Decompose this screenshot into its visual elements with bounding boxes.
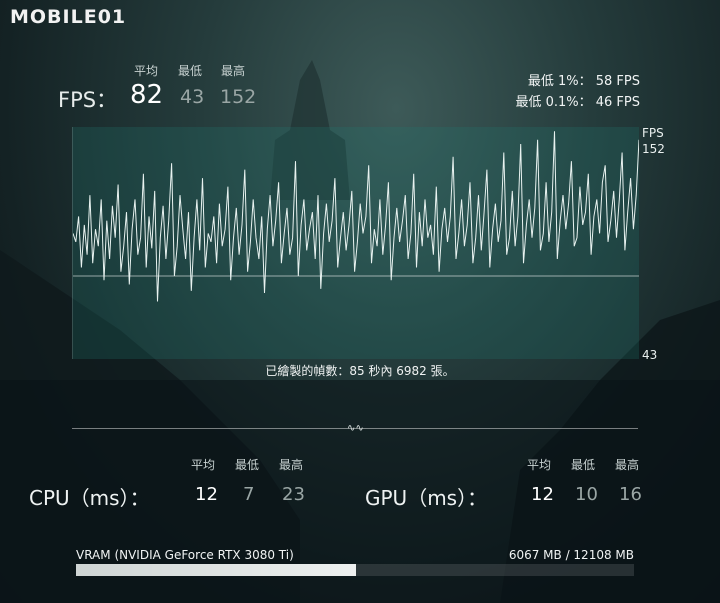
cpu-max-value: 23: [282, 484, 305, 505]
cpu-label: CPU（ms）：: [29, 486, 150, 510]
frames-rendered-note: 已繪製的幀數：85 秒內 6982 張。: [265, 364, 455, 378]
graph-axis-min: 43: [642, 348, 658, 362]
gpu-avg-value: 12: [531, 484, 554, 505]
brand-logo: MOBILE01: [10, 6, 127, 28]
cpu-max-header: 最高: [279, 458, 304, 472]
vram-usage-bar: [76, 564, 634, 576]
cpu-min-header: 最低: [235, 458, 260, 472]
graph-axis-unit: FPS: [642, 126, 664, 140]
fps-low-01-percent: 最低 0.1%： 46 FPS: [515, 95, 640, 110]
fps-low-1-percent: 最低 1%： 58 FPS: [527, 74, 640, 89]
gpu-avg-header: 平均: [527, 458, 552, 472]
gpu-min-header: 最低: [571, 458, 596, 472]
fps-avg-header: 平均: [134, 64, 159, 78]
gpu-max-value: 16: [619, 484, 642, 505]
fps-max-header: 最高: [221, 64, 246, 78]
fps-max-value: 152: [220, 86, 257, 108]
gpu-max-header: 最高: [615, 458, 640, 472]
divider-ornament-icon: ∿∿: [347, 423, 364, 434]
fps-graph: [72, 127, 639, 359]
cpu-min-value: 7: [243, 484, 255, 505]
graph-axis-max: 152: [642, 142, 665, 156]
cpu-avg-header: 平均: [191, 458, 216, 472]
gpu-label: GPU（ms）：: [365, 486, 488, 510]
vram-value: 6067 MB / 12108 MB: [508, 548, 634, 562]
fps-min-value: 43: [180, 86, 205, 108]
fps-min-header: 最低: [178, 64, 203, 78]
cpu-avg-value: 12: [195, 484, 218, 505]
gpu-min-value: 10: [575, 484, 598, 505]
vram-usage-fill: [76, 564, 356, 576]
fps-graph-svg: [73, 131, 639, 302]
vram-label: VRAM (NVIDIA GeForce RTX 3080 Ti): [76, 548, 294, 562]
fps-label: FPS：: [58, 88, 118, 112]
fps-low-percentiles: 最低 1%： 58 FPS 最低 0.1%： 46 FPS: [515, 71, 640, 113]
fps-avg-value: 82: [130, 80, 164, 110]
